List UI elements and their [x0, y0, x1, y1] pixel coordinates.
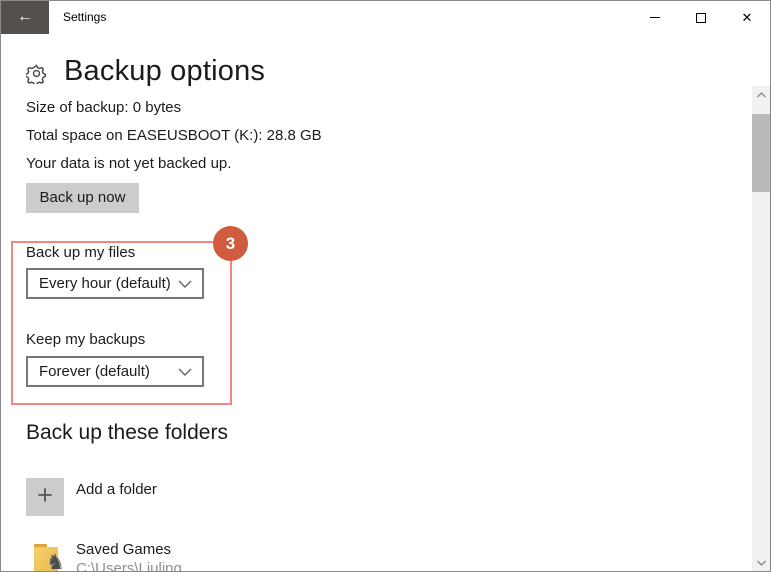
backup-size-text: Size of backup: 0 bytes: [26, 99, 182, 116]
titlebar: ← Settings ✕: [1, 1, 770, 34]
knight-icon: ♞: [46, 551, 65, 572]
window-controls: ✕: [632, 1, 770, 34]
backup-frequency-value: Every hour (default): [39, 275, 171, 292]
page-title: Backup options: [64, 55, 266, 87]
back-up-now-button[interactable]: Back up now: [26, 183, 139, 213]
saved-games-folder-icon: ♞: [34, 544, 65, 571]
backup-frequency-dropdown[interactable]: Every hour (default): [26, 268, 204, 299]
scrollbar-thumb[interactable]: [752, 114, 770, 192]
vertical-scrollbar[interactable]: [752, 86, 770, 571]
backup-retention-dropdown[interactable]: Forever (default): [26, 356, 204, 387]
backup-retention-value: Forever (default): [39, 363, 150, 380]
folders-section-title: Back up these folders: [26, 421, 228, 444]
back-arrow-icon: ←: [17, 8, 33, 25]
chevron-down-icon: [178, 280, 192, 288]
maximize-button[interactable]: [678, 1, 724, 34]
scroll-down-arrow-icon[interactable]: [752, 554, 770, 571]
folder-name: Saved Games: [76, 541, 172, 558]
plus-icon: +: [37, 480, 53, 510]
gear-icon: [26, 64, 47, 84]
scroll-up-arrow-icon[interactable]: [752, 86, 770, 103]
add-folder-button[interactable]: +: [26, 478, 64, 516]
backup-retention-label: Keep my backups: [26, 331, 146, 348]
close-button[interactable]: ✕: [724, 1, 770, 34]
backup-frequency-label: Back up my files: [26, 244, 136, 261]
backup-status-text: Your data is not yet backed up.: [26, 155, 232, 172]
back-button[interactable]: ←: [1, 1, 49, 34]
add-folder-label[interactable]: Add a folder: [76, 481, 157, 498]
folder-path: C:\Users\Liuling: [76, 560, 182, 572]
minimize-icon: [650, 17, 660, 18]
window-title: Settings: [63, 10, 107, 24]
close-icon: ✕: [741, 10, 753, 25]
total-space-text: Total space on EASEUSBOOT (K:): 28.8 GB: [26, 127, 322, 144]
chevron-down-icon: [178, 368, 192, 376]
settings-window: ← Settings ✕ Backup options Size of back…: [0, 0, 771, 572]
maximize-icon: [696, 12, 706, 23]
minimize-button[interactable]: [632, 1, 678, 34]
annotation-step-badge: 3: [213, 226, 248, 261]
folder-list-item[interactable]: ♞ Saved Games C:\Users\Liuling: [1, 537, 741, 572]
